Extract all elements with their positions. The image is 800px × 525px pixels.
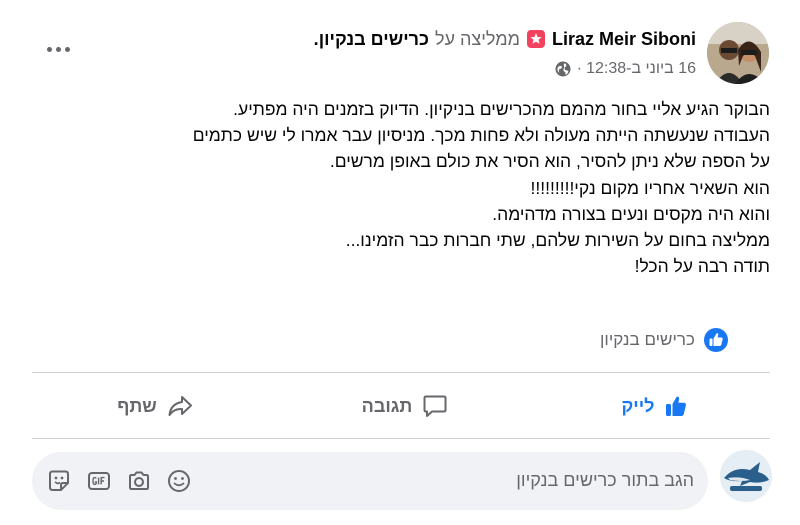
like-label: לייק xyxy=(621,395,655,416)
gif-icon[interactable] xyxy=(86,468,112,494)
page-avatar[interactable] xyxy=(720,450,772,502)
recommends-text: ממליצה על xyxy=(434,28,520,49)
reactions-label[interactable]: כרישים בנקיון xyxy=(600,330,695,350)
more-options-icon[interactable] xyxy=(40,34,76,64)
comment-icon xyxy=(422,393,448,419)
comment-button[interactable]: תגובה xyxy=(340,384,470,428)
meta-separator: · xyxy=(576,60,583,77)
post-text: הבוקר הגיע אליי בחור מהמם מהכרישים בניקי… xyxy=(30,96,770,279)
composer-actions xyxy=(46,467,192,495)
comment-composer[interactable]: הגב בתור כרישים בנקיון xyxy=(32,452,708,510)
camera-icon[interactable] xyxy=(126,468,152,494)
post-line: על הספה שלא ניתן להסיר, הוא הסיר את כולם… xyxy=(329,151,770,172)
divider-top xyxy=(32,372,770,373)
post-line: העבודה שנעשתה הייתה מעולה ולא פחות מכך. … xyxy=(192,125,770,146)
post-timestamp[interactable]: 16 ביוני ב-12:38 xyxy=(586,60,696,78)
thumbs-up-icon xyxy=(664,394,688,418)
recommend-icon xyxy=(526,29,546,49)
comment-label: תגובה xyxy=(361,395,413,416)
page-name-link[interactable]: כרישים בנקיון xyxy=(319,29,429,50)
share-button[interactable]: שתף xyxy=(100,384,210,428)
post-line: הוא השאיר אחריו מקום נקי!!!!!!!!! xyxy=(530,177,770,198)
emoji-icon[interactable] xyxy=(166,468,192,494)
reactions-summary[interactable]: כרישים בנקיון xyxy=(600,324,729,356)
author-name[interactable]: Liraz Meir Siboni xyxy=(552,29,696,50)
share-label: שתף xyxy=(117,395,157,416)
post-line: תודה רבה על הכל! xyxy=(634,256,770,277)
post-header-line: Liraz Meir Siboni ממליצה על כרישים בנקיו… xyxy=(314,26,696,52)
post-card: Liraz Meir Siboni ממליצה על כרישים בנקיו… xyxy=(0,0,800,525)
header-period: . xyxy=(313,28,319,49)
post-line: ממליצה בחום על השירות שלהם, שתי חברות כב… xyxy=(345,230,770,251)
globe-icon[interactable] xyxy=(555,61,571,77)
divider-bottom xyxy=(32,438,770,439)
like-button[interactable]: לייק xyxy=(600,384,710,428)
sticker-icon[interactable] xyxy=(46,468,72,494)
comment-input-placeholder[interactable]: הגב בתור כרישים בנקיון xyxy=(516,470,694,491)
post-meta: 16 ביוני ב-12:38 · xyxy=(555,58,696,80)
post-line: והוא היה מקסים ונעים בצורה מדהימה. xyxy=(492,203,770,224)
like-reaction-icon xyxy=(703,327,729,353)
share-arrow-icon xyxy=(167,393,193,419)
post-line: הבוקר הגיע אליי בחור מהמם מהכרישים בניקי… xyxy=(233,99,770,119)
author-avatar[interactable] xyxy=(707,22,769,84)
